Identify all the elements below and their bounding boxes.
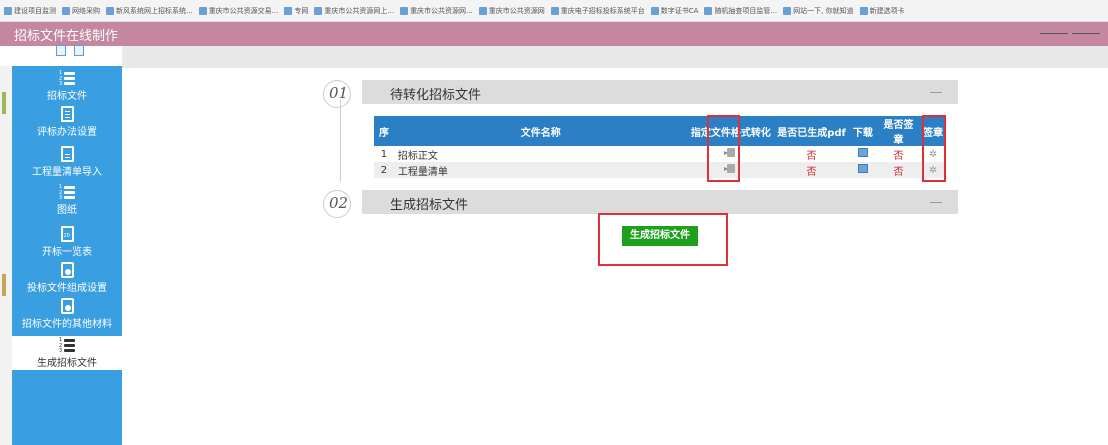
numbered-list-icon: 123 xyxy=(59,184,75,201)
sidebar-item-generate[interactable]: 123 生成招标文件 xyxy=(12,336,122,370)
bookmark-icon xyxy=(704,6,713,15)
file-name: 招标正文 xyxy=(393,146,688,162)
numbered-list-icon: 123 xyxy=(59,337,75,354)
bookmark-icon xyxy=(859,6,868,15)
column-header: 是否已生成pdf xyxy=(774,116,849,146)
column-header: 是否签章 xyxy=(876,116,921,146)
download-cell xyxy=(848,162,877,178)
pdf-status: 否 xyxy=(774,146,849,162)
section-number: 02 xyxy=(329,194,349,212)
app-header: 招标文件在线制作 xyxy=(0,22,1108,46)
bookmark-icon xyxy=(478,6,487,15)
download-cell xyxy=(848,146,877,162)
sidebar-item-label: 开标一览表 xyxy=(42,247,92,258)
bookmark[interactable]: 重庆市公共资源网... xyxy=(400,6,473,16)
sidebar-item-label: 投标文件组成设置 xyxy=(27,283,107,294)
highlight-box-convert xyxy=(707,115,740,182)
files-table: 序 文件名称 指定文件格式转化 是否已生成pdf 下载 是否签章 签章 1 招标… xyxy=(374,116,946,178)
bookmark-icon xyxy=(783,6,792,15)
sidebar-item-drawings[interactable]: 123 图纸 xyxy=(12,184,122,218)
bookmark[interactable]: 重庆市公共资源交易... xyxy=(198,6,278,16)
toolbar-icons xyxy=(56,45,84,56)
sidebar-item-evaluation-method[interactable]: 评标办法设置 xyxy=(12,106,122,140)
edge-marker xyxy=(2,92,6,114)
signed-status: 否 xyxy=(876,146,921,162)
minimize-icon[interactable] xyxy=(1040,33,1068,34)
column-header: 下载 xyxy=(848,116,877,146)
section-title: 生成招标文件 xyxy=(390,198,469,213)
bookmark-icon xyxy=(650,6,659,15)
file-name: 工程量清单 xyxy=(393,162,688,178)
column-header: 文件名称 xyxy=(393,116,688,146)
table-header-row: 序 文件名称 指定文件格式转化 是否已生成pdf 下载 是否签章 签章 xyxy=(374,116,946,146)
collapse-icon[interactable] xyxy=(930,92,942,93)
sidebar-item-other-materials[interactable]: 招标文件的其他材料 xyxy=(12,298,122,332)
generate-document-button[interactable]: 生成招标文件 xyxy=(622,226,698,246)
section-title: 待转化招标文件 xyxy=(390,88,482,103)
sidebar-item-label: 评标办法设置 xyxy=(37,127,97,138)
list-view-icon[interactable] xyxy=(56,45,66,56)
sidebar-item-bid-composition[interactable]: 投标文件组成设置 xyxy=(12,262,122,296)
window-control-icon[interactable] xyxy=(1072,33,1100,34)
case-icon xyxy=(60,262,74,278)
document-icon xyxy=(60,106,74,122)
numbered-list-icon: 123 xyxy=(59,70,75,87)
bookmark[interactable]: 网站一下, 你就知道 xyxy=(783,6,854,16)
sidebar-item-bill-import[interactable]: 工程量清单导入 xyxy=(12,146,122,180)
page-icon: 20 xyxy=(60,226,74,242)
section-number: 01 xyxy=(329,84,349,102)
collapse-icon[interactable] xyxy=(930,202,942,203)
document-icon xyxy=(60,146,74,162)
bookmark-icon xyxy=(314,6,323,15)
bookmark[interactable]: 随机抽查项目监管... xyxy=(704,6,777,16)
signed-status: 否 xyxy=(876,162,921,178)
edge-decoration xyxy=(0,66,12,445)
column-header: 序 xyxy=(374,116,394,146)
bookmark[interactable]: 建设项目监测 xyxy=(4,6,56,16)
bookmark[interactable]: 重庆电子招标投标系统平台 xyxy=(550,6,645,16)
bookmark[interactable]: 专网 xyxy=(284,6,308,16)
bookmark-icon xyxy=(284,6,293,15)
table-row: 1 招标正文 否 否 ✲ xyxy=(374,146,946,162)
bookmarks-bar: 建设项目监测 网络采购 新风系统网上招标系统... 重庆市公共资源交易... 专… xyxy=(0,0,1108,22)
timeline-line xyxy=(340,100,341,182)
toolbar-strip xyxy=(122,46,1108,68)
sidebar-item-label: 生成招标文件 xyxy=(37,358,97,369)
sidebar-item-label: 工程量清单导入 xyxy=(32,167,102,178)
bookmark[interactable]: 网络采购 xyxy=(62,6,100,16)
bookmark[interactable]: 新建选项卡 xyxy=(859,6,905,16)
bookmark-icon xyxy=(62,6,70,15)
sidebar-item-label: 招标文件的其他材料 xyxy=(22,319,112,330)
bookmark-icon xyxy=(198,6,207,15)
sidebar-item-label: 图纸 xyxy=(57,205,77,216)
download-icon[interactable] xyxy=(857,164,868,173)
bookmark[interactable]: 数字证书CA xyxy=(650,6,698,16)
copy-icon[interactable] xyxy=(74,45,84,56)
pdf-status: 否 xyxy=(774,162,849,178)
bookmark-icon xyxy=(106,6,114,15)
bookmark-icon xyxy=(4,6,12,15)
bookmark-icon xyxy=(400,6,409,15)
edge-marker xyxy=(2,274,6,296)
bookmark[interactable]: 重庆市公共资源网 xyxy=(478,6,545,16)
case-icon xyxy=(60,298,74,314)
sidebar: 123 招标文件 评标办法设置 工程量清单导入 123 图纸 20 开标一览表 … xyxy=(12,66,122,445)
row-index: 2 xyxy=(374,162,394,178)
download-icon[interactable] xyxy=(857,148,868,157)
row-index: 1 xyxy=(374,146,394,162)
highlight-box-sign xyxy=(922,115,946,182)
bookmark[interactable]: 重庆市公共资源网上... xyxy=(314,6,394,16)
sidebar-item-bid-document[interactable]: 123 招标文件 xyxy=(12,70,122,104)
table-row: 2 工程量清单 否 否 ✲ xyxy=(374,162,946,178)
bookmark-icon xyxy=(550,6,559,15)
bookmark[interactable]: 新风系统网上招标系统... xyxy=(106,6,193,16)
sidebar-item-opening-summary[interactable]: 20 开标一览表 xyxy=(12,226,122,260)
app-title: 招标文件在线制作 xyxy=(14,29,119,44)
sidebar-item-label: 招标文件 xyxy=(47,91,87,102)
